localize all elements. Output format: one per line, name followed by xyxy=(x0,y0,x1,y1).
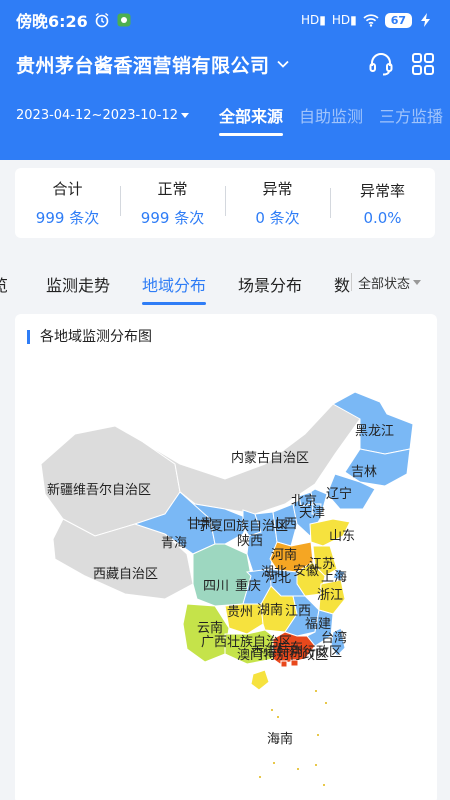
tab-overview[interactable]: 览 xyxy=(0,272,8,296)
stat-label: 合计 xyxy=(52,180,83,198)
map-label-shaanxi: 陕西 xyxy=(237,534,263,549)
headset-support-icon[interactable] xyxy=(368,51,394,77)
map-label-taiwan: 台湾 xyxy=(321,630,347,646)
grid-menu-icon[interactable] xyxy=(410,51,436,77)
charging-icon xyxy=(421,13,430,27)
region-shape-sichuan[interactable] xyxy=(192,543,252,607)
date-range-picker[interactable]: 2023-04-12~2023-10-12 xyxy=(16,108,189,123)
map-label-heilongjiang: 黑龙江 xyxy=(355,424,394,439)
hd-signal-1-icon: HD▮ xyxy=(300,13,326,27)
map-label-shanxi: 山西 xyxy=(271,517,297,532)
status-filter-dropdown[interactable]: 全部状态 xyxy=(350,273,422,292)
map-label-hunan: 湖南 xyxy=(257,602,283,618)
stat-label: 异常率 xyxy=(359,181,405,200)
stat-value: 999 条次 xyxy=(35,209,100,227)
summary-card: 合计 999 条次 正常 999 条次 异常 0 条次 异常率 0.0% xyxy=(15,168,435,238)
alarm-icon xyxy=(95,12,109,28)
caret-down-icon xyxy=(181,112,189,118)
company-selector[interactable]: 贵州茅台酱香酒营销有限公司 xyxy=(16,51,270,78)
map-label-neimenggu: 内蒙古自治区 xyxy=(231,450,309,466)
tab-trend[interactable]: 监测走势 xyxy=(46,272,110,296)
map-label-yunnan: 云南 xyxy=(197,620,223,636)
map-label-henan: 河南 xyxy=(271,547,297,563)
map-label-fujian: 福建 xyxy=(305,617,331,632)
status-filter-label: 全部状态 xyxy=(358,277,411,292)
map-label-zhejiang: 浙江 xyxy=(317,588,343,603)
source-tabs: 全部来源 自助监测 三方监播 xyxy=(219,103,443,136)
stat-label: 正常 xyxy=(157,180,188,198)
hd-signal-2-icon: HD▮ xyxy=(331,13,357,27)
stat-total: 合计 999 条次 xyxy=(15,178,120,228)
map-label-hubei: 湖北 xyxy=(261,565,287,580)
app-notification-icon xyxy=(117,13,131,27)
chevron-down-icon[interactable] xyxy=(276,57,290,71)
map-label-shanghai: 上海 xyxy=(321,570,347,585)
map-label-hongkong: 香港特别行政区 xyxy=(251,645,342,660)
china-map: 黑龙江 吉林 辽宁 内蒙古自治区 新疆维吾尔自治区 西藏自治区 青海 甘肃 宁夏… xyxy=(40,391,414,786)
caret-down-icon xyxy=(413,280,422,285)
stat-value: 999 条次 xyxy=(140,209,205,227)
stat-abnormal-rate: 异常率 0.0% xyxy=(330,180,435,227)
map-label-xinjiang: 新疆维吾尔自治区 xyxy=(47,482,151,498)
tab-scene[interactable]: 场景分布 xyxy=(238,272,302,296)
map-label-guizhou: 贵州 xyxy=(227,605,253,620)
map-label-liaoning: 辽宁 xyxy=(326,486,352,502)
status-bar: 傍晚6:26 HD▮ HD▮ 67 xyxy=(0,0,450,40)
map-label-chongqing: 重庆 xyxy=(235,578,261,594)
stat-value: 0.0% xyxy=(363,208,402,227)
region-map-card: 各地域监测分布图 黑龙江 吉林 辽宁 内蒙古自治区 新疆维吾尔自治区 西藏自治区… xyxy=(15,314,437,800)
stat-normal: 正常 999 条次 xyxy=(120,178,225,228)
tab-source-all[interactable]: 全部来源 xyxy=(219,103,284,136)
map-label-tianjin: 天津 xyxy=(299,506,325,521)
status-time: 傍晚6:26 xyxy=(16,12,88,31)
region-shape-hainan[interactable] xyxy=(250,669,270,691)
map-label-anhui: 安徽 xyxy=(293,564,319,579)
filter-row: 2023-04-12~2023-10-12 全部来源 自助监测 三方监播 xyxy=(16,100,450,136)
stat-abnormal: 异常 0 条次 xyxy=(225,178,330,228)
map-label-south-sea: 海南 xyxy=(267,731,293,747)
map-label-sichuan: 四川 xyxy=(203,579,229,594)
map-label-qinghai: 青海 xyxy=(161,536,187,551)
analysis-tabs: 览 监测走势 地域分布 场景分布 数 全部状态 xyxy=(0,262,450,306)
map-label-xizang: 西藏自治区 xyxy=(93,567,158,582)
battery-indicator: 67 xyxy=(384,12,412,28)
map-label-jilin: 吉林 xyxy=(351,465,377,480)
stat-label: 异常 xyxy=(262,180,293,198)
stat-value: 0 条次 xyxy=(255,209,300,227)
map-label-shandong: 山东 xyxy=(329,529,355,544)
tab-source-third-party[interactable]: 三方监播 xyxy=(379,103,443,127)
title-row: 贵州茅台酱香酒营销有限公司 xyxy=(16,48,436,80)
tab-region[interactable]: 地域分布 xyxy=(142,272,207,305)
tab-more[interactable]: 数 xyxy=(334,272,350,296)
tab-source-self[interactable]: 自助监测 xyxy=(299,103,363,127)
wifi-icon xyxy=(363,14,379,27)
date-range-text: 2023-04-12~2023-10-12 xyxy=(16,107,178,123)
